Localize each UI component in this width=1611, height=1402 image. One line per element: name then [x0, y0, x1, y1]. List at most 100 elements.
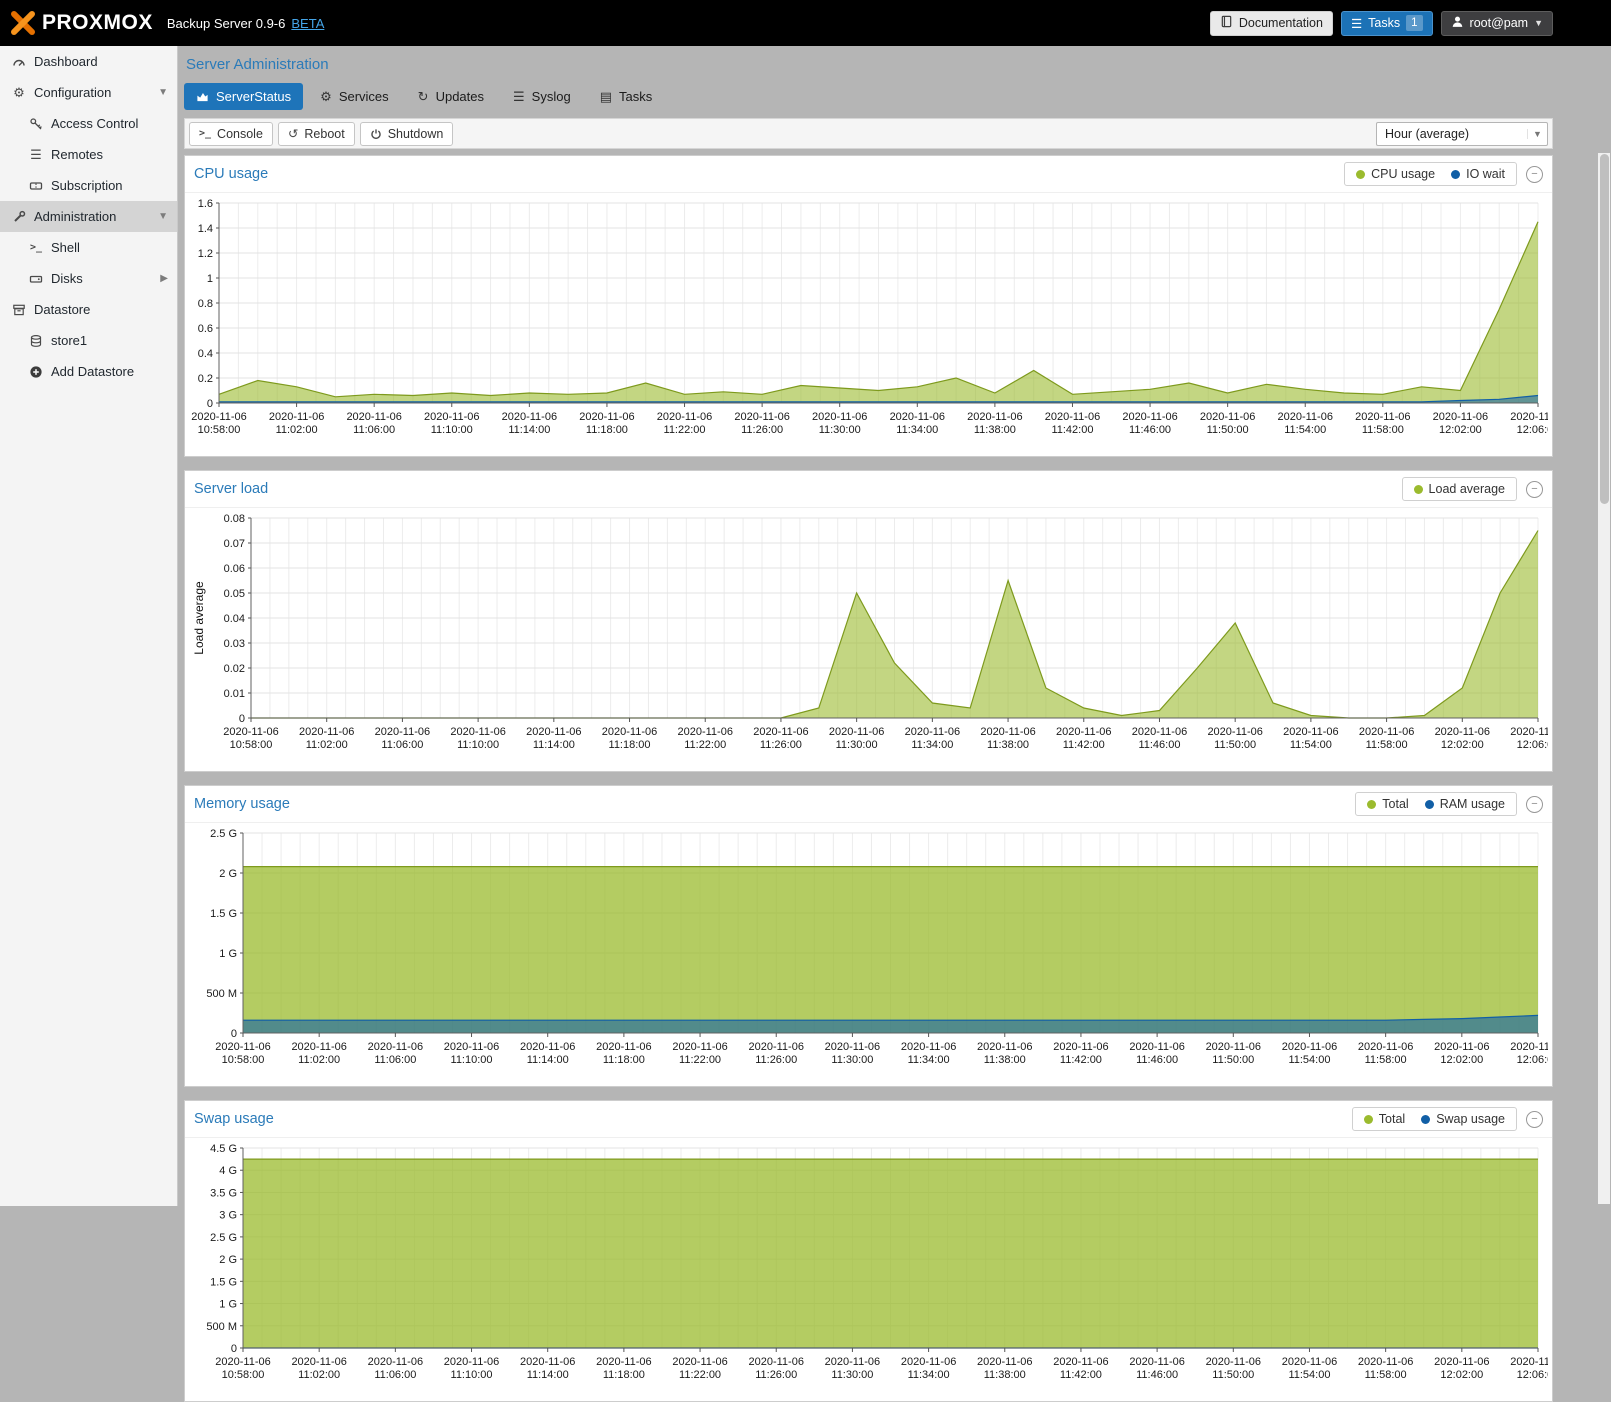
- shutdown-button[interactable]: Shutdown: [360, 122, 454, 146]
- svg-text:2020-11-06: 2020-11-06: [215, 1041, 270, 1053]
- svg-text:11:10:00: 11:10:00: [457, 739, 499, 751]
- undo-icon: ↺: [288, 126, 298, 141]
- legend-item[interactable]: RAM usage: [1425, 797, 1505, 811]
- svg-text:2020-11-06: 2020-11-06: [602, 726, 657, 738]
- legend-item[interactable]: CPU usage: [1356, 167, 1435, 181]
- sidebar-item-shell[interactable]: >_ Shell: [0, 232, 177, 263]
- svg-text:2020-11-06: 2020-11-06: [977, 1356, 1032, 1368]
- legend-item[interactable]: Load average: [1414, 482, 1505, 496]
- svg-text:11:34:00: 11:34:00: [896, 424, 938, 436]
- svg-text:2020-11-06: 2020-11-06: [812, 411, 867, 423]
- collapse-panel-button[interactable]: −: [1526, 481, 1543, 498]
- chart-legend: Total Swap usage: [1352, 1107, 1517, 1131]
- console-button[interactable]: >_ Console: [189, 122, 273, 146]
- svg-text:11:34:00: 11:34:00: [911, 739, 953, 751]
- svg-text:2 G: 2 G: [219, 1254, 237, 1266]
- svg-text:11:58:00: 11:58:00: [1365, 1369, 1407, 1381]
- tasks-label: Tasks: [1368, 16, 1400, 30]
- svg-text:2020-11-06: 2020-11-06: [1510, 1041, 1548, 1053]
- svg-text:2020-11-06: 2020-11-06: [291, 1356, 346, 1368]
- scrollbar-thumb[interactable]: [1600, 154, 1609, 504]
- svg-text:2020-11-06: 2020-11-06: [1282, 1356, 1337, 1368]
- svg-text:11:14:00: 11:14:00: [527, 1369, 569, 1381]
- power-icon: [370, 128, 382, 140]
- svg-text:2020-11-06: 2020-11-06: [1053, 1356, 1108, 1368]
- svg-text:11:26:00: 11:26:00: [741, 424, 783, 436]
- legend-item[interactable]: Total: [1367, 797, 1408, 811]
- svg-text:11:58:00: 11:58:00: [1366, 739, 1408, 751]
- svg-text:11:30:00: 11:30:00: [819, 424, 861, 436]
- chevron-down-icon[interactable]: ▼: [158, 87, 168, 98]
- sidebar-item-subscription[interactable]: Subscription: [0, 170, 177, 201]
- svg-text:2020-11-06: 2020-11-06: [450, 726, 505, 738]
- chevron-right-icon[interactable]: ▶: [160, 273, 168, 284]
- sidebar-item-configuration[interactable]: ⚙ Configuration ▼: [0, 77, 177, 108]
- sidebar-item-remotes[interactable]: ☰ Remotes: [0, 139, 177, 170]
- timeframe-select[interactable]: Hour (average) ▼: [1376, 122, 1548, 146]
- svg-text:0.03: 0.03: [224, 638, 245, 650]
- legend-dot: [1425, 800, 1434, 809]
- collapse-panel-button[interactable]: −: [1526, 796, 1543, 813]
- sidebar-item-datastore[interactable]: Datastore: [0, 294, 177, 325]
- ticket-icon: [27, 179, 45, 193]
- main-content: Server Administration ServerStatus ⚙ Ser…: [178, 46, 1611, 1206]
- svg-text:2020-11-06: 2020-11-06: [1206, 1041, 1261, 1053]
- gears-icon: ⚙: [320, 89, 332, 105]
- svg-text:2020-11-06: 2020-11-06: [749, 1041, 804, 1053]
- svg-text:2020-11-06: 2020-11-06: [444, 1041, 499, 1053]
- user-label: root@pam: [1470, 16, 1529, 30]
- tab-services[interactable]: ⚙ Services: [308, 83, 401, 110]
- documentation-button[interactable]: Documentation: [1210, 11, 1333, 36]
- svg-text:11:30:00: 11:30:00: [836, 739, 878, 751]
- tachometer-icon: [10, 55, 28, 69]
- sidebar-item-disks[interactable]: Disks ▶: [0, 263, 177, 294]
- sidebar-item-administration[interactable]: Administration ▼: [0, 201, 177, 232]
- svg-text:2020-11-06: 2020-11-06: [1358, 1041, 1413, 1053]
- collapse-panel-button[interactable]: −: [1526, 166, 1543, 183]
- sidebar-item-add-datastore[interactable]: Add Datastore: [0, 356, 177, 387]
- svg-text:2020-11-06: 2020-11-06: [1282, 1041, 1337, 1053]
- svg-text:11:14:00: 11:14:00: [533, 739, 575, 751]
- svg-text:1 G: 1 G: [219, 1299, 237, 1311]
- svg-text:0.04: 0.04: [224, 613, 245, 625]
- tab-tasks[interactable]: ▤ Tasks: [588, 83, 665, 110]
- tab-syslog[interactable]: ☰ Syslog: [501, 83, 583, 110]
- legend-item[interactable]: Total: [1364, 1112, 1405, 1126]
- chevron-down-icon: ▼: [1527, 129, 1547, 139]
- svg-text:11:02:00: 11:02:00: [298, 1369, 340, 1381]
- panel-title: Swap usage: [194, 1111, 274, 1127]
- svg-text:2020-11-06: 2020-11-06: [901, 1356, 956, 1368]
- app-title: Backup Server 0.9-6: [167, 16, 286, 31]
- reboot-button[interactable]: ↺ Reboot: [278, 122, 355, 146]
- sidebar-item-store1[interactable]: store1: [0, 325, 177, 356]
- svg-text:11:10:00: 11:10:00: [451, 1054, 493, 1066]
- panel-title: Memory usage: [194, 796, 290, 812]
- svg-text:11:38:00: 11:38:00: [984, 1369, 1026, 1381]
- legend-item[interactable]: IO wait: [1451, 167, 1505, 181]
- sidebar-item-dashboard[interactable]: Dashboard: [0, 46, 177, 77]
- svg-text:11:38:00: 11:38:00: [984, 1054, 1026, 1066]
- database-icon: [27, 334, 45, 348]
- svg-text:2020-11-06: 2020-11-06: [1434, 1356, 1489, 1368]
- legend-item[interactable]: Swap usage: [1421, 1112, 1505, 1126]
- svg-text:2020-11-06: 2020-11-06: [734, 411, 789, 423]
- tasks-button[interactable]: ☰ Tasks 1: [1341, 11, 1433, 36]
- svg-text:11:30:00: 11:30:00: [831, 1369, 873, 1381]
- beta-link[interactable]: BETA: [291, 16, 324, 31]
- svg-text:2020-11-06: 2020-11-06: [678, 726, 733, 738]
- sidebar-item-access-control[interactable]: Access Control: [0, 108, 177, 139]
- chevron-down-icon[interactable]: ▼: [158, 211, 168, 222]
- svg-text:2020-11-06: 2020-11-06: [520, 1041, 575, 1053]
- user-menu-button[interactable]: root@pam ▼: [1441, 11, 1553, 36]
- svg-text:2020-11-06: 2020-11-06: [1355, 411, 1410, 423]
- tab-updates[interactable]: ↻ Updates: [406, 83, 496, 110]
- legend-dot: [1356, 170, 1365, 179]
- vertical-scrollbar[interactable]: [1598, 153, 1610, 1204]
- svg-text:11:02:00: 11:02:00: [276, 424, 318, 436]
- tab-serverstatus[interactable]: ServerStatus: [184, 83, 303, 110]
- legend-label: Total: [1379, 1112, 1405, 1126]
- area-chart-icon: [196, 90, 209, 103]
- collapse-panel-button[interactable]: −: [1526, 1111, 1543, 1128]
- panel-header: CPU usage CPU usageIO wait −: [185, 156, 1552, 193]
- toolbar: >_ Console ↺ Reboot Shutdown Hour (avera…: [184, 118, 1553, 149]
